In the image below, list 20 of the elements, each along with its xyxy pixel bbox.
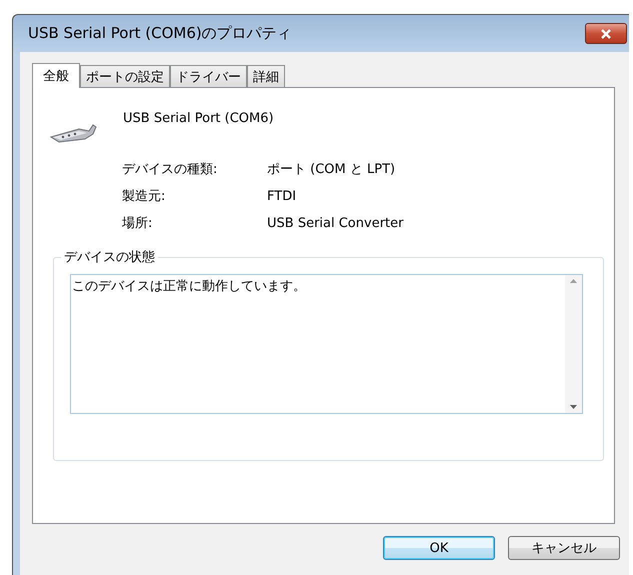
property-value: FTDI <box>267 188 298 205</box>
property-value: ポート (COM と LPT) <box>267 161 396 178</box>
close-icon <box>600 28 612 38</box>
scrollbar[interactable] <box>565 275 582 413</box>
property-label: デバイスの種類: <box>122 161 218 178</box>
property-label: 場所: <box>122 215 154 232</box>
cancel-button[interactable]: キャンセル <box>508 536 620 560</box>
device-name: USB Serial Port (COM6) <box>123 111 274 126</box>
tab[interactable]: ポートの設定 <box>80 65 170 87</box>
tab[interactable]: 全般 <box>32 63 80 88</box>
ok-button[interactable]: OK <box>383 536 495 560</box>
scroll-down-icon[interactable] <box>570 405 577 409</box>
tab[interactable]: 詳細 <box>247 65 285 87</box>
window-title: USB Serial Port (COM6)のプロパティ <box>28 24 292 43</box>
property-value: USB Serial Converter <box>267 215 404 232</box>
tab[interactable]: ドライバー <box>170 65 247 87</box>
close-button[interactable] <box>585 23 627 44</box>
property-label: 製造元: <box>122 188 166 205</box>
group-title: デバイスの状態 <box>61 248 158 266</box>
status-text: このデバイスは正常に動作しています。 <box>71 278 307 296</box>
